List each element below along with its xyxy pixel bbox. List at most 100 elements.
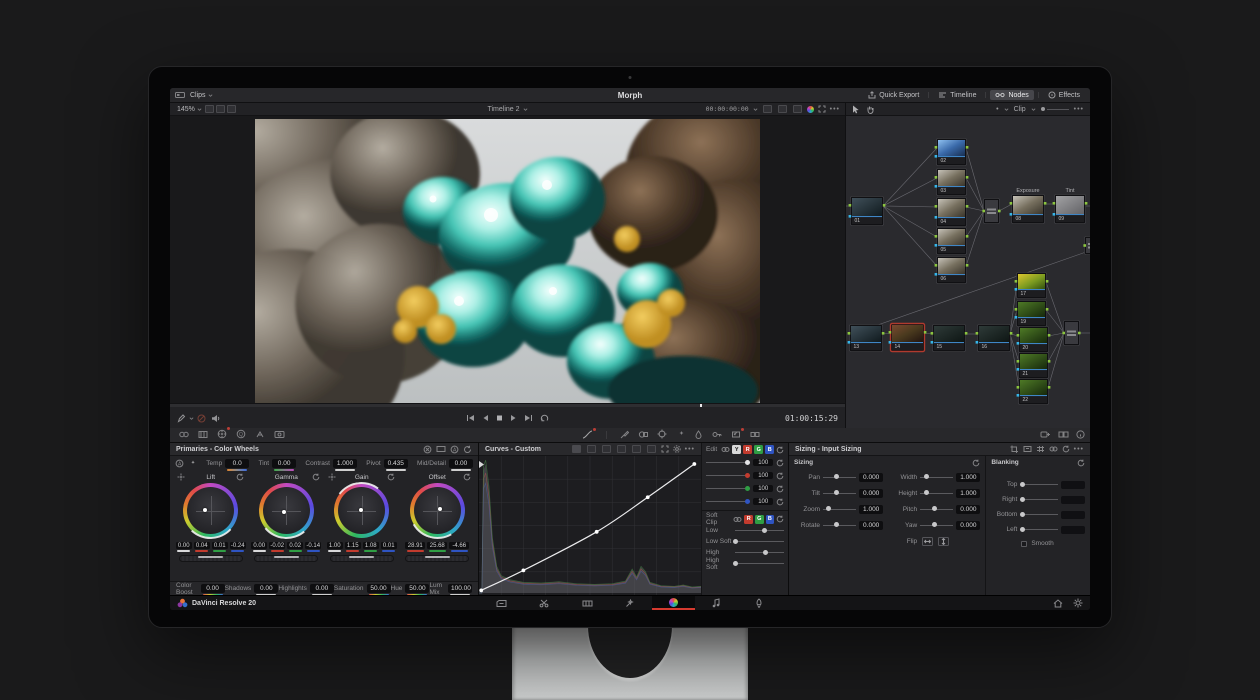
key-palette-icon[interactable]: [712, 430, 722, 441]
reset-icon[interactable]: [776, 472, 784, 480]
key-input-port[interactable]: [1017, 368, 1020, 371]
node-09[interactable]: 09Tint: [1053, 188, 1088, 224]
rgb-output-port[interactable]: [965, 332, 968, 335]
reset-icon[interactable]: [776, 459, 784, 467]
slider-track[interactable]: [823, 509, 856, 510]
lift-b-value[interactable]: -0.24: [230, 542, 246, 549]
lift-balance-dot[interactable]: [203, 508, 207, 512]
slider-track[interactable]: [823, 525, 856, 526]
slider-track[interactable]: [735, 563, 784, 564]
reset-icon[interactable]: [776, 446, 784, 454]
viewer-timecode[interactable]: 00:00:00:00: [706, 105, 749, 113]
reset-icon[interactable]: [972, 459, 980, 467]
step-back-button[interactable]: [482, 414, 489, 422]
rgb-output-port[interactable]: [966, 146, 969, 149]
slider-track[interactable]: [706, 475, 750, 476]
curves-palette-icon[interactable]: [582, 430, 593, 441]
rgb-input-port[interactable]: [1017, 360, 1020, 363]
node-16[interactable]: 16: [976, 325, 1013, 352]
rgb-output-port[interactable]: [1048, 334, 1051, 337]
soft-b-button[interactable]: B: [766, 515, 775, 524]
slider-track[interactable]: [706, 462, 750, 463]
node-view-dot[interactable]: •: [996, 106, 998, 113]
rgb-input-port[interactable]: [976, 332, 979, 335]
key-input-port[interactable]: [935, 273, 938, 276]
page-media[interactable]: [480, 596, 523, 610]
rgb-input-port[interactable]: [1015, 280, 1018, 283]
page-cut[interactable]: [523, 596, 566, 610]
fit-icon[interactable]: [1023, 445, 1032, 453]
wipe-mode-button-1[interactable]: [205, 105, 214, 113]
timeline-button[interactable]: Timeline: [933, 90, 981, 100]
highlights-value[interactable]: 0.00: [310, 584, 334, 593]
color-boost-value[interactable]: 0.00: [201, 584, 225, 593]
node-14[interactable]: 14: [889, 324, 927, 352]
rgb-output-port[interactable]: [1044, 202, 1047, 205]
gain-balance-dot[interactable]: [359, 508, 363, 512]
rgb-input-port[interactable]: [848, 332, 851, 335]
gamma-master-wheel[interactable]: [254, 555, 318, 562]
slider-track[interactable]: [920, 525, 953, 526]
slider-track[interactable]: [706, 501, 750, 502]
selection-cursor-icon[interactable]: [852, 105, 860, 114]
curve-type-sat-sat-icon[interactable]: [647, 445, 656, 453]
key-input-port[interactable]: [935, 244, 938, 247]
node-08[interactable]: 08Exposure: [1010, 188, 1047, 224]
channel-r-button[interactable]: R: [743, 445, 752, 454]
rgb-input-port[interactable]: [1017, 386, 1020, 389]
gain-r-value[interactable]: 1.15: [345, 542, 361, 549]
gamma-r-value[interactable]: -0.02: [269, 542, 285, 549]
reset-icon[interactable]: [236, 473, 244, 481]
auto-color-icon[interactable]: A: [450, 445, 459, 454]
node-graph[interactable]: 01020304050608Exposure09Tint131415161719…: [846, 116, 1090, 428]
node-zoom-slider[interactable]: [1041, 107, 1069, 111]
image-wipe-dropdown[interactable]: [763, 105, 772, 113]
settings-gear-icon[interactable]: [1073, 598, 1083, 608]
stop-button[interactable]: [496, 414, 503, 422]
lift-color-wheel[interactable]: [183, 483, 238, 538]
qualifier-palette-icon[interactable]: [620, 430, 629, 441]
home-icon[interactable]: [1053, 599, 1063, 608]
grade-preview-icon[interactable]: [807, 106, 814, 113]
slider-track[interactable]: [735, 530, 784, 531]
key-input-port[interactable]: [1015, 316, 1018, 319]
gain-picker-icon[interactable]: [328, 473, 336, 481]
node-o1[interactable]: [1083, 237, 1090, 255]
slider-track[interactable]: [823, 477, 856, 478]
stereo-3d-palette-icon[interactable]: [750, 430, 760, 441]
rgb-input-port[interactable]: [935, 264, 938, 267]
sizing-palette-icon[interactable]: [731, 430, 741, 441]
split-screen-dropdown[interactable]: [778, 105, 787, 113]
rgb-output-port[interactable]: [1010, 332, 1013, 335]
yaw-value[interactable]: 0.000: [956, 521, 980, 530]
rgb-output-port[interactable]: [1048, 360, 1051, 363]
contrast-value[interactable]: 1.000: [333, 459, 357, 468]
curve-point[interactable]: [692, 462, 696, 466]
key-input-port[interactable]: [1017, 394, 1020, 397]
rgb-output-port[interactable]: [966, 176, 969, 179]
slider-track[interactable]: [706, 488, 750, 489]
rgb-input-port[interactable]: [1010, 202, 1013, 205]
pan-value[interactable]: 0.000: [859, 473, 883, 482]
gain-g-value[interactable]: 1.08: [363, 542, 379, 549]
blur-palette-icon[interactable]: [694, 430, 703, 441]
key-input-port[interactable]: [1017, 342, 1020, 345]
slider-track[interactable]: [1020, 484, 1058, 485]
lift-picker-icon[interactable]: [177, 473, 185, 481]
clips-dropdown[interactable]: Clips: [185, 91, 218, 100]
settings-icon[interactable]: [673, 445, 681, 453]
channel-y-button[interactable]: Y: [732, 445, 741, 454]
node-03[interactable]: 03: [935, 169, 969, 196]
offset-g-value[interactable]: 25.68: [427, 542, 447, 549]
rgb-input-port[interactable]: [935, 146, 938, 149]
offset-master-w heel[interactable]: [405, 555, 469, 562]
color-match-icon[interactable]: [198, 430, 208, 441]
key-input-port[interactable]: [848, 341, 851, 344]
tracker-palette-icon[interactable]: [657, 429, 667, 441]
rgb-output-port[interactable]: [1048, 386, 1051, 389]
key-input-port[interactable]: [976, 341, 979, 344]
width-value[interactable]: 1.000: [956, 473, 980, 482]
loop-button[interactable]: [540, 414, 549, 423]
node-m2[interactable]: [1062, 321, 1080, 346]
zoom-value[interactable]: 1.000: [859, 505, 883, 514]
